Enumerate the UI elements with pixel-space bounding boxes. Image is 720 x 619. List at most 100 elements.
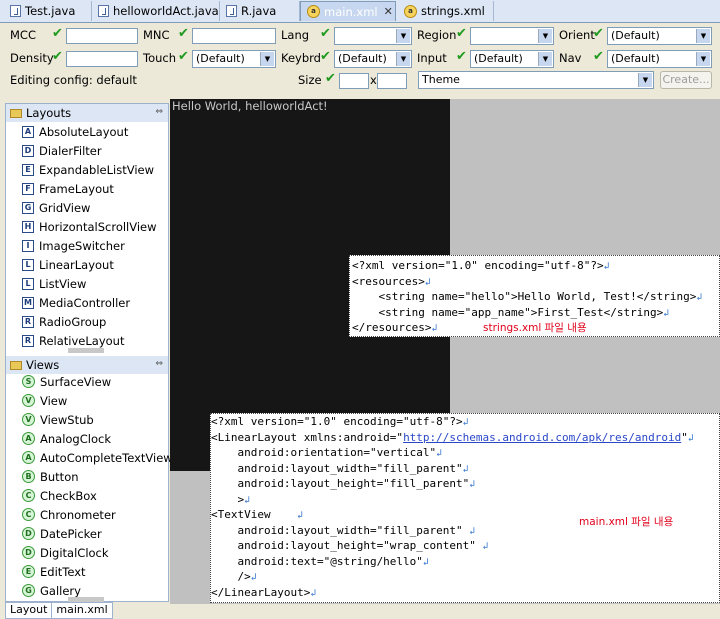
layouts-header[interactable]: Layouts ⇔ [6,104,168,122]
code-text: </LinearLayout> [211,585,311,599]
size-height-input[interactable] [377,73,407,89]
tab-helloworldact-java[interactable]: helloworldAct.java [92,1,220,21]
namespace-link[interactable]: http://schemas.android.com/apk/res/andro… [403,431,681,444]
layout-widget-icon: R [22,315,34,328]
line-break-icon: ↲ [422,556,429,568]
palette-layout-item[interactable]: H HorizontalScrollView [22,217,157,236]
line-break-icon: ↲ [310,587,317,599]
mnc-label: MNC [143,28,170,42]
tab-r-java[interactable]: R.java [220,1,300,21]
code-line: android:orientation="vertical"↲ [211,446,442,459]
keybrd-select[interactable]: (Default) ▼ [334,50,412,68]
line-break-icon: ↲ [462,417,469,428]
code-text: </resources> [352,321,432,334]
close-icon[interactable]: ✕ [384,5,393,18]
mcc-input[interactable] [66,28,138,44]
line-break-icon: ↲ [469,479,476,490]
check-icon: ✔ [52,26,63,41]
palette-view-item[interactable]: C CheckBox [22,486,97,505]
touch-select[interactable]: (Default) ▼ [192,50,276,68]
collapse-icon[interactable]: ⇔ [155,107,163,117]
scroll-grip[interactable] [68,348,104,353]
palette-view-item[interactable]: D DigitalClock [22,543,109,562]
collapse-icon[interactable]: ⇔ [155,359,163,369]
palette-layout-item[interactable]: I ImageSwitcher [22,236,125,255]
palette-view-item[interactable]: V ViewStub [22,410,94,429]
palette-layout-item[interactable]: G GridView [22,198,90,217]
mnc-input[interactable] [192,28,276,44]
tab-test-java[interactable]: Test.java [4,1,92,21]
layout-widget-icon: R [22,334,34,347]
density-input[interactable] [66,51,138,67]
touch-value: (Default) [196,52,245,65]
code-line: />↲ [211,570,256,583]
palette-view-item[interactable]: D DatePicker [22,524,102,543]
view-widget-icon: V [22,394,35,407]
xml-file-icon: a [307,5,320,18]
palette-layout-item[interactable]: M MediaController [22,293,130,312]
dropdown-arrow-icon: ▼ [696,52,710,66]
editing-config-text: Editing config: default [10,73,137,87]
palette-view-item[interactable]: E EditText [22,562,86,581]
orient-select[interactable]: (Default) ▼ [607,27,712,45]
tab-main-xml[interactable]: a main.xml ✕ [300,1,396,21]
code-text: > [211,492,245,506]
check-icon: ✔ [593,26,604,41]
tab-label: helloworldAct.java [113,4,219,18]
layout-widget-icon: I [22,239,34,252]
check-icon: ✔ [320,26,331,41]
density-label: Density [10,51,54,65]
palette-layout-item[interactable]: A AbsoluteLayout [22,122,128,141]
view-widget-icon: B [22,470,35,483]
code-line: android:layout_height="fill_parent"↲ [211,477,475,490]
palette-view-item[interactable]: A AnalogClock [22,429,111,448]
palette-layout-item[interactable]: E ExpandableListView [22,160,154,179]
line-break-icon: ↲ [482,541,489,552]
size-width-input[interactable] [339,73,369,89]
create-button[interactable]: Create... [660,71,712,89]
palette-layout-item[interactable]: F FrameLayout [22,179,114,198]
palette-view-item[interactable]: V View [22,391,67,410]
line-break-icon: ↲ [603,261,610,272]
dropdown-arrow-icon: ▼ [696,29,710,43]
java-file-icon [226,5,237,17]
palette-layout-item[interactable]: L LinearLayout [22,255,114,274]
code-text: <?xml version="1.0" encoding="utf-8"?> [211,415,463,428]
line-break-icon: ↲ [436,448,443,459]
lang-select[interactable]: ▼ [334,27,412,45]
check-icon: ✔ [178,26,189,41]
line-break-icon: ↲ [469,525,476,537]
tab-strings-xml[interactable]: a strings.xml [398,1,494,21]
palette-item-label: AbsoluteLayout [39,124,129,139]
tab-main-xml-source[interactable]: main.xml [52,602,113,619]
code-line: android:layout_height="wrap_content" ↲ [211,539,489,552]
preview-textview[interactable]: Hello World, helloworldAct! [172,99,328,113]
nav-select[interactable]: (Default) ▼ [607,50,712,68]
region-label: Region [417,28,457,42]
dropdown-arrow-icon: ▼ [538,29,552,43]
code-text: android:layout_height="fill_parent" [211,477,470,490]
line-break-icon: ↲ [244,494,251,506]
palette-view-item[interactable]: B Button [22,467,79,486]
palette-layout-item[interactable]: R RadioGroup [22,312,106,331]
region-select[interactable]: ▼ [470,27,554,45]
input-select[interactable]: (Default) ▼ [470,50,554,68]
java-file-icon [98,5,109,17]
code-text: <resources> [352,274,425,288]
code-text: <string name="app_name">First_Test</stri… [352,305,664,319]
palette-layout-item[interactable]: D DialerFilter [22,141,102,160]
palette-view-item[interactable]: C Chronometer [22,505,116,524]
code-text: <string name="hello">Hello World, Test!<… [352,290,697,303]
code-text: <TextView [211,508,298,521]
line-break-icon: ↲ [462,463,469,475]
palette-view-item[interactable]: S SurfaceView [22,372,111,391]
size-x-separator: x [370,73,377,87]
theme-select[interactable]: Theme ▼ [418,71,654,89]
main-xml-note: main.xml 파일 내용 [579,516,674,528]
palette-layout-item[interactable]: L ListView [22,274,86,293]
palette-view-item[interactable]: A AutoCompleteTextView [22,448,173,467]
tab-layout[interactable]: Layout [5,602,53,619]
code-text: <?xml version="1.0" encoding="utf-8"?> [352,259,604,272]
check-icon: ✔ [456,49,467,64]
mcc-label: MCC [10,28,36,42]
